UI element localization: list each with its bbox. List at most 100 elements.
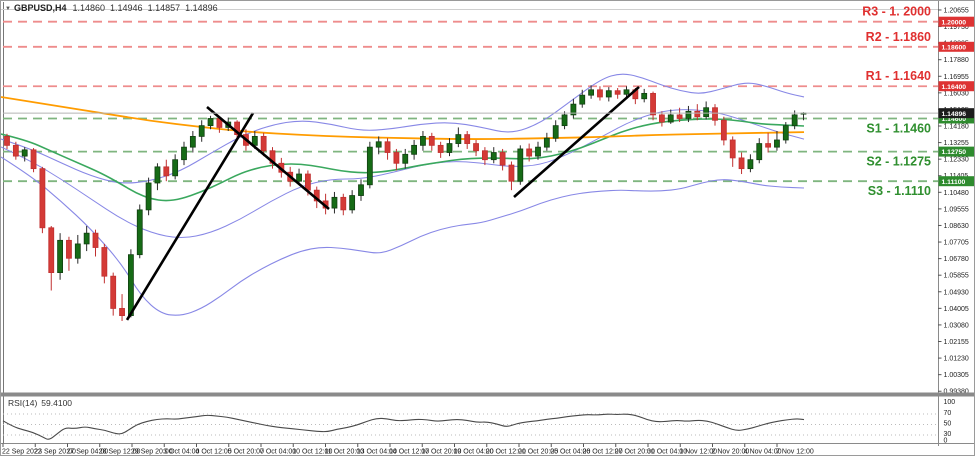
candle-bullish — [358, 184, 364, 196]
price-tag-r1-text: 1.16400 — [942, 84, 967, 91]
quote-low: 1.14857 — [147, 3, 181, 13]
candle-bullish — [446, 143, 453, 153]
price-tick-label: 1.06780 — [944, 256, 969, 263]
candle-bearish — [473, 143, 479, 152]
candle-bullish — [420, 135, 426, 146]
time-tick-label: 3 Oct 04:00 — [163, 449, 199, 456]
price-tick-label: 1.14180 — [944, 124, 969, 131]
candle-bullish — [517, 148, 524, 182]
price-tag-s2-text: 1.12750 — [942, 149, 967, 156]
candle-bearish — [163, 166, 170, 177]
candle-bearish — [738, 157, 745, 170]
candle-bearish — [464, 134, 471, 144]
chart-canvas[interactable]: 1.206551.197301.188051.178801.169551.160… — [1, 1, 975, 456]
candle-bullish — [490, 152, 497, 161]
candle-bearish — [48, 227, 55, 273]
candle-bullish — [703, 107, 710, 118]
candle-bullish — [145, 182, 152, 211]
price-tick-label: 1.00305 — [944, 372, 969, 379]
candle-bullish — [579, 94, 586, 105]
candle-bearish — [712, 107, 718, 121]
candle-bullish — [172, 159, 179, 177]
candle-bullish — [605, 90, 612, 98]
candle-bearish — [694, 110, 701, 118]
candle-bullish — [588, 89, 594, 96]
candles-layer — [4, 85, 807, 321]
candle-bullish — [296, 173, 302, 182]
price-tick-label: 1.20655 — [944, 7, 969, 14]
candle-bearish — [437, 144, 444, 153]
candle-bearish — [765, 143, 771, 148]
candle-bearish — [110, 275, 117, 309]
price-tick-label: 1.09555 — [944, 206, 969, 213]
chart-title: ▼ GBPUSD,H4 1.14860 1.14946 1.14857 1.14896 — [5, 3, 223, 13]
rsi-value: 59.4100 — [41, 398, 73, 408]
candle-bullish — [331, 196, 338, 209]
candle-bearish — [393, 152, 400, 164]
candle-bearish — [729, 139, 736, 159]
candle-bearish — [720, 119, 727, 141]
price-tag-r3-text: 1.20000 — [942, 19, 967, 26]
level-label-s3: S3 - 1.1110 — [868, 184, 931, 198]
candle-bullish — [349, 195, 356, 211]
candle-bullish — [366, 146, 373, 186]
candle-bullish — [667, 114, 674, 123]
price-tick-label: 1.03080 — [944, 322, 969, 329]
bollinger-upper-band-line[interactable] — [1, 73, 805, 184]
candle-bullish — [623, 89, 630, 95]
candle-bearish — [30, 149, 37, 170]
rsi-axis-label-70: 70 — [944, 410, 952, 417]
price-tick-label: 1.04005 — [944, 306, 969, 313]
price-tick-label: 1.16030 — [944, 90, 969, 97]
candle-bullish — [791, 114, 798, 127]
candle-bullish — [756, 143, 763, 161]
time-tick-label: 5 Oct 20:00 — [228, 449, 264, 456]
quote-close: 1.14896 — [185, 3, 218, 13]
price-tick-label: 1.02155 — [944, 339, 969, 346]
candle-bearish — [508, 164, 515, 182]
rsi-axis-label-50: 50 — [944, 421, 952, 428]
candle-bullish — [747, 159, 754, 170]
price-tick-label: 1.01230 — [944, 356, 969, 363]
candle-bearish — [12, 144, 19, 157]
candle-bearish — [260, 135, 267, 152]
candle-bullish — [552, 125, 559, 139]
candle-bullish — [561, 114, 568, 127]
bollinger-middle-band-line[interactable] — [1, 109, 805, 239]
price-tick-label: 1.16955 — [944, 74, 969, 81]
price-tag-r2-text: 1.18600 — [942, 44, 967, 51]
candle-bearish — [676, 114, 683, 119]
time-tick-label: 7 Nov 12:00 — [776, 449, 814, 456]
quote-open: 1.14860 — [72, 3, 106, 13]
price-tick-label: 1.17880 — [944, 57, 969, 64]
candle-bullish — [535, 146, 541, 157]
time-tick-label: 7 Oct 04:00 — [260, 449, 296, 456]
candle-bearish — [659, 114, 665, 123]
candle-bearish — [428, 135, 435, 146]
candle-bearish — [304, 173, 311, 191]
price-tick-label: 1.13255 — [944, 140, 969, 147]
price-tick-label: 1.10480 — [944, 190, 969, 197]
candle-bullish — [375, 141, 382, 148]
level-label-s2: S2 - 1.1275 — [866, 155, 931, 169]
rsi-axis-label-100: 100 — [944, 399, 956, 406]
candle-bullish — [57, 239, 63, 273]
level-label-r3: R3 - 1. 2000 — [862, 5, 931, 19]
current-price-tag-text: 1.14896 — [942, 111, 967, 118]
price-tick-label: 1.07705 — [944, 240, 969, 247]
candle-bullish — [543, 137, 550, 148]
candle-bullish — [136, 209, 143, 256]
candle-bullish — [128, 254, 134, 317]
candle-bearish — [101, 247, 108, 277]
candle-bearish — [650, 92, 656, 116]
price-tag-s3-text: 1.11100 — [942, 179, 966, 186]
candle-bullish — [685, 110, 692, 119]
symbol-dropdown-icon[interactable]: ▼ — [5, 6, 11, 12]
candle-bullish — [189, 135, 196, 148]
pane-separator[interactable] — [1, 392, 975, 397]
candle-bearish — [39, 168, 46, 229]
candle-bullish — [21, 149, 28, 157]
candle-bearish — [384, 141, 391, 153]
price-tick-label: 1.08630 — [944, 223, 969, 230]
quote-high: 1.14946 — [110, 3, 143, 13]
